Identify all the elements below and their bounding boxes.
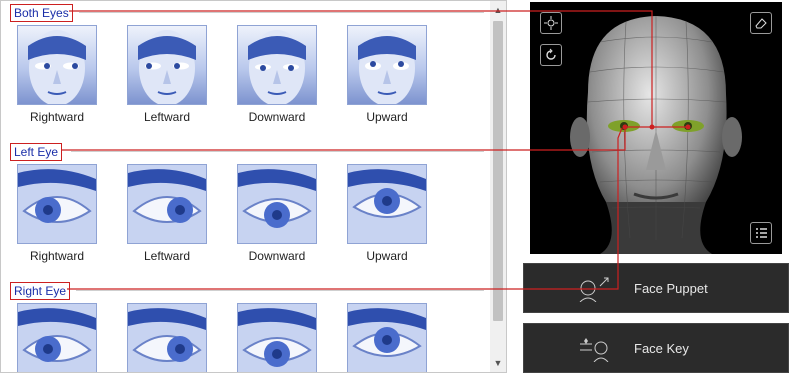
section-divider <box>79 12 484 13</box>
face-puppet-icon <box>576 274 612 305</box>
face-thumbnail <box>347 25 427 105</box>
section-right-eye-label[interactable]: Right Eye <box>10 282 71 300</box>
tile-label: Leftward <box>143 110 191 124</box>
tile-right-upward[interactable] <box>347 303 427 372</box>
eye-thumbnail <box>347 303 427 372</box>
tile-right-leftward[interactable] <box>127 303 207 372</box>
tile-label: Downward <box>248 110 306 124</box>
tile-both-rightward[interactable]: Rightward <box>17 25 97 124</box>
face-puppet-label: Face Puppet <box>634 281 708 296</box>
tile-label: Rightward <box>29 110 85 124</box>
face-preview-viewport[interactable] <box>530 2 782 254</box>
eye-thumbnail <box>127 164 207 244</box>
reset-icon[interactable] <box>540 44 562 66</box>
face-key-icon <box>576 334 612 365</box>
tile-left-upward[interactable]: Upward <box>347 164 427 263</box>
scroll-down-arrow-icon[interactable]: ▼ <box>490 356 506 370</box>
eye-thumbnail <box>17 303 97 372</box>
tile-both-upward[interactable]: Upward <box>347 25 427 124</box>
tile-left-leftward[interactable]: Leftward <box>127 164 207 263</box>
face-thumbnail <box>17 25 97 105</box>
tile-both-leftward[interactable]: Leftward <box>127 25 207 124</box>
head-model <box>570 16 742 254</box>
eye-thumbnail <box>17 164 97 244</box>
tile-right-downward[interactable] <box>237 303 317 372</box>
section-left-eye-label[interactable]: Left Eye <box>10 143 63 161</box>
face-key-label: Face Key <box>634 341 689 356</box>
list-icon[interactable] <box>750 222 772 244</box>
face-thumbnail <box>237 25 317 105</box>
face-key-button[interactable]: Face Key <box>523 323 789 373</box>
tile-left-downward[interactable]: Downward <box>237 164 317 263</box>
tile-label: Leftward <box>143 249 191 263</box>
tile-right-rightward[interactable] <box>17 303 97 372</box>
eraser-icon[interactable] <box>750 12 772 34</box>
face-thumbnail <box>127 25 207 105</box>
eye-thumbnail <box>237 303 317 372</box>
tile-label: Rightward <box>29 249 85 263</box>
tile-label: Downward <box>248 249 306 263</box>
tile-label: Upward <box>366 110 408 124</box>
section-divider <box>76 290 484 291</box>
tile-both-downward[interactable]: Downward <box>237 25 317 124</box>
eye-thumbnail <box>127 303 207 372</box>
tile-left-rightward[interactable]: Rightward <box>17 164 97 263</box>
tile-label: Upward <box>366 249 408 263</box>
rotate-view-icon[interactable] <box>540 12 562 34</box>
vertical-scrollbar[interactable]: ▲ ▼ <box>490 1 506 372</box>
section-divider <box>71 151 484 152</box>
eye-thumbnail <box>237 164 317 244</box>
scroll-thumb[interactable] <box>493 21 503 321</box>
scroll-up-arrow-icon[interactable]: ▲ <box>490 3 506 17</box>
section-both-eyes-label[interactable]: Both Eyes <box>10 4 73 22</box>
face-puppet-button[interactable]: Face Puppet <box>523 263 789 313</box>
expression-gallery: Both Eyes Rightward Leftward Downward Up… <box>0 0 507 373</box>
eye-thumbnail <box>347 164 427 244</box>
